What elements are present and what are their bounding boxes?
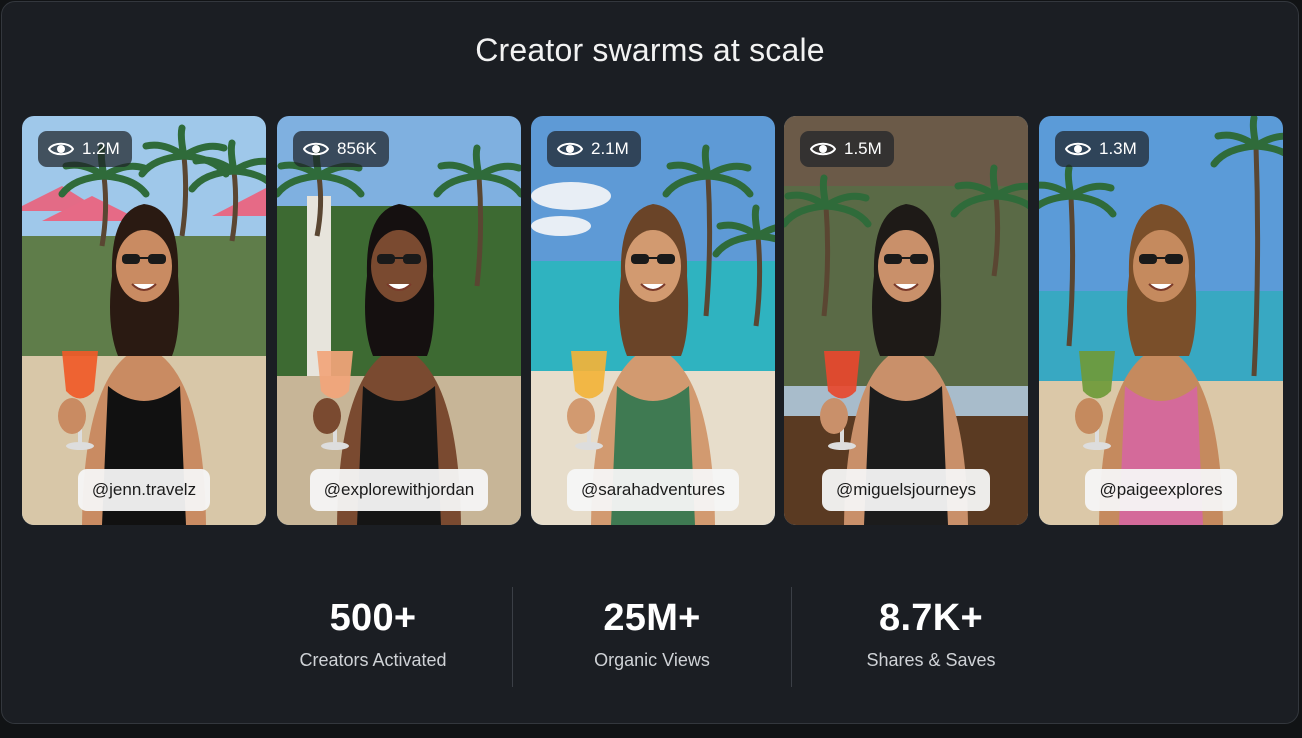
stat-shares-saves: 8.7K+ Shares & Saves xyxy=(792,587,1070,671)
creator-photo xyxy=(531,116,775,525)
views-count: 1.3M xyxy=(1099,139,1137,158)
views-count: 2.1M xyxy=(591,139,629,158)
eye-icon xyxy=(557,142,583,156)
views-badge: 856K xyxy=(293,131,389,167)
views-count: 1.5M xyxy=(844,139,882,158)
creator-photo xyxy=(22,116,266,525)
stat-value: 8.7K+ xyxy=(879,597,983,639)
creator-handle[interactable]: @paigeexplores xyxy=(1085,469,1237,511)
creator-card[interactable]: 856K @explorewithjordan xyxy=(277,116,521,525)
creator-card[interactable]: 2.1M @sarahadventures xyxy=(531,116,775,525)
creator-card[interactable]: 1.5M @miguelsjourneys xyxy=(784,116,1028,525)
section-title: Creator swarms at scale xyxy=(475,32,825,68)
stat-label: Organic Views xyxy=(594,650,710,670)
stat-label: Shares & Saves xyxy=(866,650,996,670)
views-badge: 2.1M xyxy=(547,131,641,167)
views-count: 1.2M xyxy=(82,139,120,158)
eye-icon xyxy=(1065,142,1091,156)
stat-value: 25M+ xyxy=(603,597,701,639)
creator-handle[interactable]: @miguelsjourneys xyxy=(821,469,991,511)
views-badge: 1.3M xyxy=(1055,131,1149,167)
creator-handle[interactable]: @jenn.travelz xyxy=(77,469,211,511)
creator-photo xyxy=(1039,116,1283,525)
creator-swarms-panel: Creator swarms at scale 1.2M @jenn.trave… xyxy=(1,1,1299,724)
creator-card[interactable]: 1.2M @jenn.travelz xyxy=(22,116,266,525)
creator-handle[interactable]: @sarahadventures xyxy=(567,469,739,511)
views-count: 856K xyxy=(337,139,377,158)
views-badge: 1.2M xyxy=(38,131,132,167)
creator-card[interactable]: 1.3M @paigeexplores xyxy=(1039,116,1283,525)
stats-row: 500+ Creators Activated 25M+ Organic Vie… xyxy=(2,587,1298,687)
eye-icon xyxy=(48,142,74,156)
stat-value: 500+ xyxy=(329,597,417,639)
stat-organic-views: 25M+ Organic Views xyxy=(513,587,791,671)
stat-creators-activated: 500+ Creators Activated xyxy=(234,587,512,671)
eye-icon xyxy=(810,142,836,156)
stat-label: Creators Activated xyxy=(299,650,447,670)
views-badge: 1.5M xyxy=(800,131,894,167)
creator-photo xyxy=(277,116,521,525)
eye-icon xyxy=(303,142,329,156)
creator-photo xyxy=(784,116,1028,525)
creator-handle[interactable]: @explorewithjordan xyxy=(309,469,489,511)
